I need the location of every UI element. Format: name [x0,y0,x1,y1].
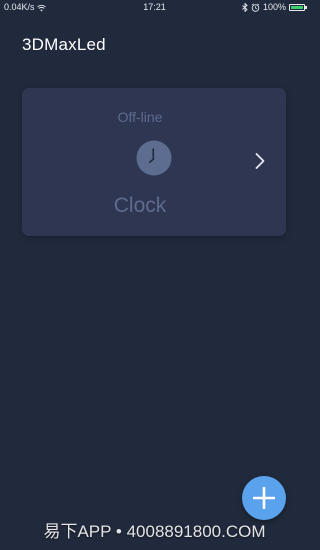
watermark: 易下APP • 4008891800.COM [43,522,266,541]
alarm-icon [251,3,260,12]
app-title: 3DMaxLed [22,35,106,54]
bluetooth-icon [242,3,248,12]
battery-percent: 100% [262,2,286,12]
chevron-right-icon[interactable] [254,152,266,170]
device-name: Clock [113,194,167,217]
add-device-button[interactable] [242,476,286,520]
status-bar-right: 100% [242,0,307,15]
device-card-clock[interactable]: Off-line Clock [22,88,286,236]
plus-icon [253,487,275,509]
status-bar: 0.04K/s 17:21 100% [0,0,309,15]
device-status: Off-line [117,109,163,125]
clock-icon [136,140,172,176]
battery-fill [291,6,303,9]
battery-icon [289,4,307,11]
